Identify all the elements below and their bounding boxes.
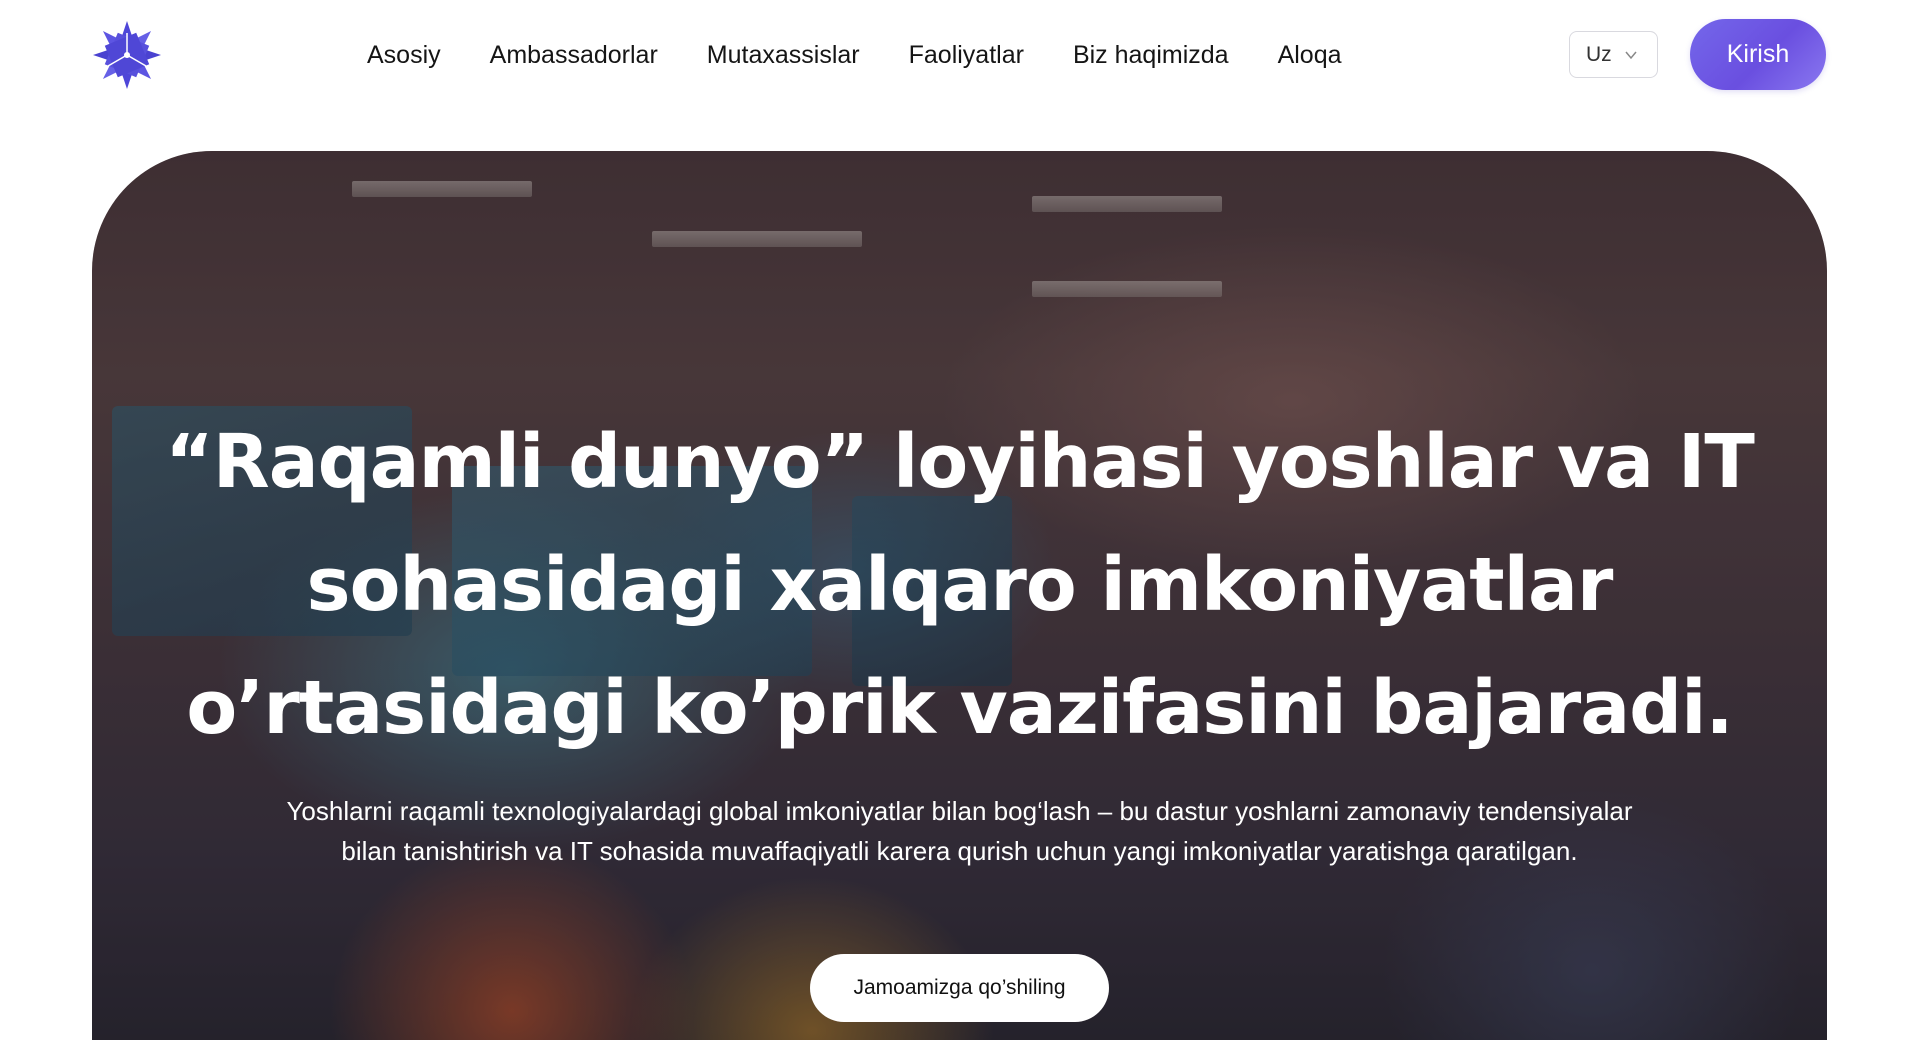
star-crystal-logo-icon [93, 21, 161, 89]
hero-title: “Raqamli dunyo” loyihasi yoshlar va IT s… [165, 419, 1755, 751]
join-team-button[interactable]: Jamoamizga qo’shiling [810, 954, 1109, 1022]
language-select[interactable]: Uz [1569, 31, 1658, 78]
nav-item-aloqa[interactable]: Aloqa [1278, 38, 1342, 72]
logo-icon[interactable] [91, 19, 163, 91]
nav-item-faoliyatlar[interactable]: Faoliyatlar [909, 38, 1024, 72]
chevron-down-icon [1625, 51, 1637, 59]
nav-item-biz-haqimizda[interactable]: Biz haqimizda [1073, 38, 1229, 72]
hero-banner: “Raqamli dunyo” loyihasi yoshlar va IT s… [92, 151, 1827, 1040]
nav-item-asosiy[interactable]: Asosiy [367, 38, 441, 72]
nav-item-mutaxassislar[interactable]: Mutaxassislar [707, 38, 860, 72]
main-nav: Asosiy Ambassadorlar Mutaxassislar Faoli… [367, 38, 1391, 72]
site-header: Asosiy Ambassadorlar Mutaxassislar Faoli… [0, 0, 1920, 110]
login-button[interactable]: Kirish [1690, 19, 1826, 90]
hero-subtitle: Yoshlarni raqamli texnologiyalardagi glo… [286, 796, 1633, 866]
language-value: Uz [1586, 42, 1612, 66]
nav-item-ambassadorlar[interactable]: Ambassadorlar [490, 38, 658, 72]
